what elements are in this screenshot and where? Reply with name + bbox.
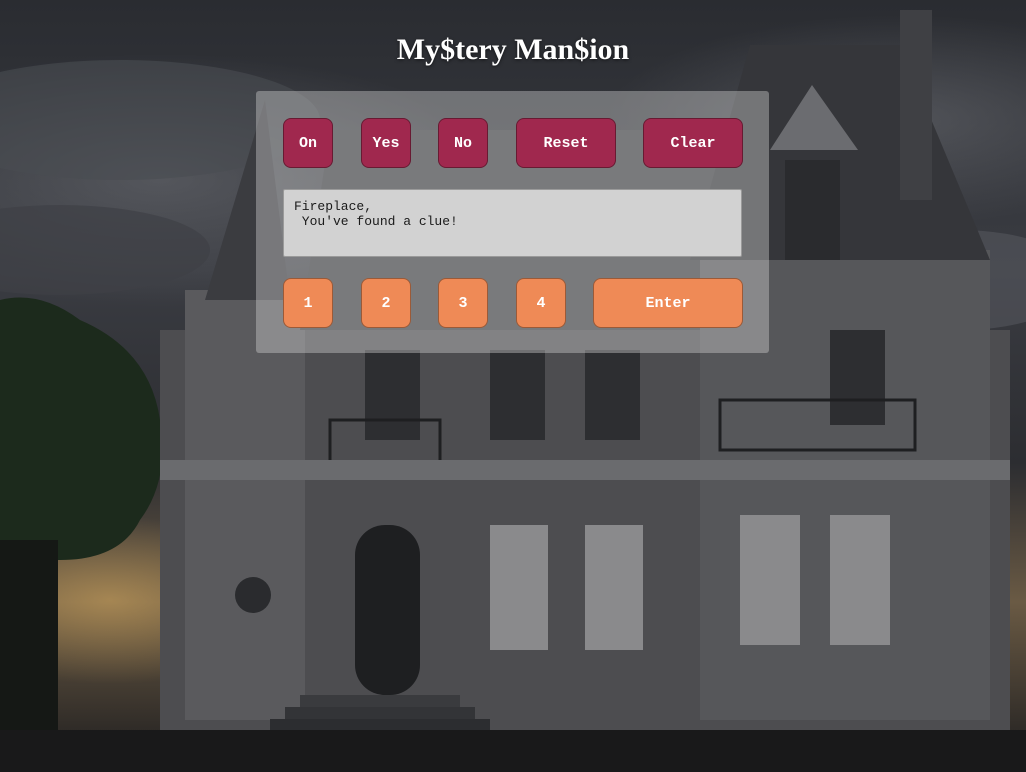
reset-button[interactable]: Reset [516, 118, 616, 168]
on-button[interactable]: On [283, 118, 333, 168]
no-button[interactable]: No [438, 118, 488, 168]
key-4-button[interactable]: 4 [516, 278, 566, 328]
yes-button[interactable]: Yes [361, 118, 411, 168]
message-display: Fireplace, You've found a clue! [283, 189, 742, 257]
key-2-button[interactable]: 2 [361, 278, 411, 328]
game-control-panel: On Yes No Reset Clear Fireplace, You've … [256, 91, 769, 353]
key-3-button[interactable]: 3 [438, 278, 488, 328]
page-title: My$tery Man$ion [396, 33, 630, 66]
enter-button[interactable]: Enter [593, 278, 743, 328]
key-1-button[interactable]: 1 [283, 278, 333, 328]
clear-button[interactable]: Clear [643, 118, 743, 168]
